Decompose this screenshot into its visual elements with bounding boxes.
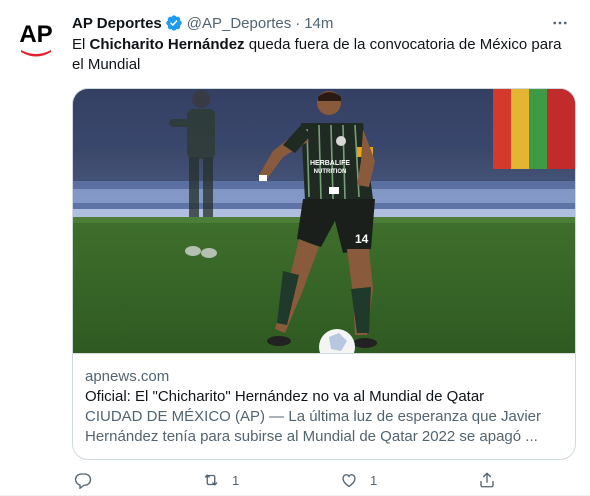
svg-text:14: 14 [355, 232, 369, 246]
retweet-button[interactable]: 1 [202, 470, 239, 490]
retweet-icon [202, 471, 220, 489]
reply-icon [74, 471, 92, 489]
card-domain: apnews.com [85, 368, 170, 385]
tweet-text: El Chicharito Hernández queda fuera de l… [72, 35, 572, 75]
reply-button[interactable] [74, 470, 104, 490]
ap-logo-icon: AP [12, 12, 60, 60]
card-title[interactable]: Oficial: El "Chicharito" Hernández no va… [85, 387, 563, 407]
timestamp[interactable]: 14m [304, 15, 333, 32]
tweet[interactable]: AP AP Deportes @AP_Deportes · 14m El Chi… [0, 0, 590, 496]
soccer-player-photo: HERBALIFE NUTRITION 14 [73, 89, 575, 353]
tweet-header: AP Deportes @AP_Deportes · 14m [72, 12, 578, 34]
separator-dot: · [295, 14, 301, 32]
svg-text:NUTRITION: NUTRITION [314, 169, 347, 175]
like-button[interactable]: 1 [340, 470, 377, 490]
svg-text:HERBALIFE: HERBALIFE [310, 160, 350, 167]
more-options-icon[interactable] [548, 12, 572, 34]
avatar-text: AP [19, 21, 52, 48]
card-image[interactable]: HERBALIFE NUTRITION 14 [73, 89, 575, 354]
card-description: CIUDAD DE MÉXICO (AP) — La última luz de… [85, 408, 541, 445]
share-button[interactable] [478, 470, 496, 490]
tweet-text-prefix: El [72, 36, 90, 53]
retweet-count: 1 [232, 472, 240, 488]
display-name[interactable]: AP Deportes [72, 15, 162, 32]
like-count: 1 [370, 472, 378, 488]
tweet-actions: 1 1 [72, 470, 494, 490]
share-icon [478, 471, 496, 489]
tweet-text-bold: Chicharito Hernández [89, 36, 245, 53]
handle[interactable]: @AP_Deportes [187, 15, 291, 32]
avatar[interactable]: AP [12, 12, 60, 60]
verified-badge-icon [165, 14, 183, 32]
card-meta: apnews.com Oficial: El "Chicharito" Hern… [85, 367, 563, 447]
link-card[interactable]: HERBALIFE NUTRITION 14 apnews.com Oficia… [72, 88, 576, 460]
heart-icon [340, 471, 358, 489]
